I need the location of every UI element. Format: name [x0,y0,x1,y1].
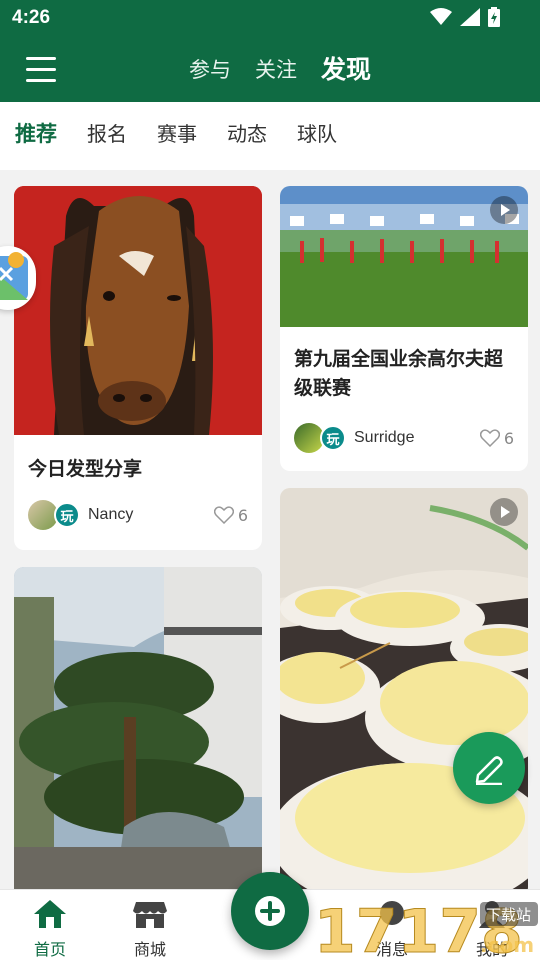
nav-shop-label: 商城 [133,940,166,959]
video-play-icon [490,498,518,526]
feed-card[interactable]: 第九届全国业余高尔夫超级联赛 玩 Surridge 6 [280,186,528,471]
horse-photo [14,186,262,435]
card-meta: 玩 Nancy 6 [28,500,248,530]
category-tab-teams[interactable]: 球队 [297,118,337,150]
pencil-icon [475,756,503,785]
feed-card[interactable] [14,567,262,897]
home-icon [34,900,66,928]
like-button[interactable]: 6 [213,505,248,525]
shop-icon [133,902,167,928]
category-tab-signup[interactable]: 报名 [87,118,127,150]
category-tab-recommend[interactable]: 推荐 [15,118,57,150]
category-bar: 推荐 报名 赛事 动态 球队 [0,102,540,170]
tab-participate[interactable]: 参与 [189,52,231,88]
like-button[interactable]: 6 [479,428,514,448]
tab-discover[interactable]: 发现 [321,52,371,88]
edit-post-button[interactable] [453,732,525,804]
heart-icon [213,506,234,524]
feed-card[interactable] [280,488,528,897]
like-count: 6 [503,428,514,448]
author-badge: 玩 [54,502,80,528]
category-tabs: 推荐 报名 赛事 动态 球队 [15,118,337,150]
watermark-logo: 17178 .com 下载站 [312,896,540,960]
add-post-button[interactable] [231,872,309,950]
card-title: 今日发型分享 [28,458,143,480]
category-tab-updates[interactable]: 动态 [227,118,267,150]
pine-tree-photo [14,567,262,897]
golf-ceremony-photo [280,186,528,327]
video-play-icon [490,196,518,224]
author-name[interactable]: Surridge [354,429,480,447]
nav-home[interactable]: 首页 [10,898,90,960]
watermark-tag: 下载站 [486,906,531,924]
status-icons [430,7,500,27]
watermark-suffix: .com [480,933,534,957]
author-name[interactable]: Nancy [88,506,214,524]
card-title: 第九届全国业余高尔夫超级联赛 [294,348,504,399]
status-time: 4:26 [12,7,51,28]
card-meta: 玩 Surridge 6 [294,423,514,453]
signal-icon [460,8,480,26]
pomelo-plates-photo [280,488,528,897]
battery-charging-icon [488,7,500,27]
top-tabs: 参与 关注 发现 [0,52,540,88]
status-bar: 4:26 [0,0,540,38]
add-icon [255,896,285,926]
feed-card[interactable]: 今日发型分享 玩 Nancy 6 [14,186,262,550]
nav-home-label: 首页 [33,940,66,959]
author-badge: 玩 [320,425,346,451]
category-tab-events[interactable]: 赛事 [157,118,197,150]
app-bar: 参与 关注 发现 [0,38,540,102]
tab-follow[interactable]: 关注 [255,52,297,88]
wifi-icon [430,8,452,25]
heart-icon [479,429,500,447]
like-count: 6 [237,505,248,525]
nav-shop[interactable]: 商城 [110,898,190,960]
header: 4:26 参与 关注 发现 [0,0,540,102]
